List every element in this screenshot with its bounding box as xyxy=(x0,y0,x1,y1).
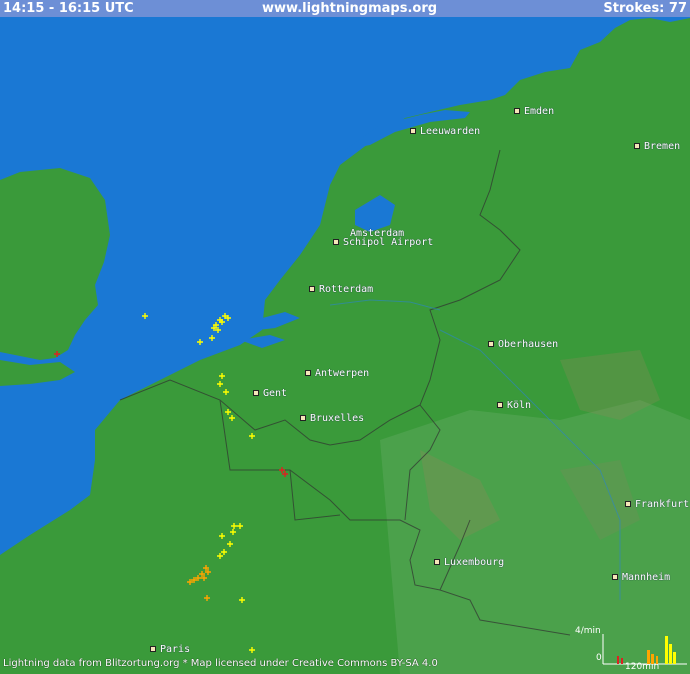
lightning-stroke-icon xyxy=(197,339,203,345)
lightning-stroke-icon xyxy=(230,529,236,535)
city-bruxelles: Bruxelles xyxy=(300,413,364,424)
stroke-histogram: 4/min 0 120min xyxy=(575,626,690,674)
city-oberhausen: Oberhausen xyxy=(488,339,558,350)
lightning-stroke-icon xyxy=(221,549,227,555)
city-antwerpen: Antwerpen xyxy=(305,368,369,379)
city-marker-icon xyxy=(333,239,339,245)
city-gent: Gent xyxy=(253,388,287,399)
lightning-stroke-icon xyxy=(217,381,223,387)
lightning-stroke-icon xyxy=(217,553,223,559)
city-paris: Paris xyxy=(150,644,190,655)
lightning-stroke-icon xyxy=(249,433,255,439)
city-rotterdam: Rotterdam xyxy=(309,284,373,295)
lightning-stroke-icon xyxy=(204,595,210,601)
lightning-stroke-icon xyxy=(239,597,245,603)
city-bremen: Bremen xyxy=(634,141,680,152)
lightning-map[interactable]: Emden Leeuwarden Bremen Amsterdam Schipo… xyxy=(0,0,690,674)
footer-credit: Lightning data from Blitzortung.org * Ma… xyxy=(3,658,438,669)
city-schipol-airport: Schipol Airport xyxy=(333,237,433,248)
lightning-stroke-icon xyxy=(231,523,237,529)
lightning-stroke-icon xyxy=(227,541,233,547)
lightning-stroke-icon xyxy=(223,389,229,395)
city-marker-icon xyxy=(634,143,640,149)
city-marker-icon xyxy=(434,559,440,565)
strokes-count: Strokes: 77 xyxy=(603,1,687,16)
city-marker-icon xyxy=(497,402,503,408)
city-marker-icon xyxy=(625,501,631,507)
city-marker-icon xyxy=(514,108,520,114)
city-marker-icon xyxy=(253,390,259,396)
lightning-stroke-icon xyxy=(282,471,288,477)
city-luxembourg: Luxembourg xyxy=(434,557,504,568)
city-marker-icon xyxy=(150,646,156,652)
city-marker-icon xyxy=(309,286,315,292)
city-koln: Köln xyxy=(497,400,531,411)
strokes-layer xyxy=(54,313,288,653)
lightning-stroke-icon xyxy=(279,467,285,473)
lightning-stroke-icon xyxy=(209,335,215,341)
lightning-stroke-icon xyxy=(237,523,243,529)
lightning-stroke-icon xyxy=(249,647,255,653)
header-bar: 14:15 - 16:15 UTC www.lightningmaps.org … xyxy=(0,0,690,17)
lightning-stroke-icon xyxy=(219,533,225,539)
lightning-stroke-icon xyxy=(219,373,225,379)
city-marker-icon xyxy=(300,415,306,421)
city-leeuwarden: Leeuwarden xyxy=(410,126,480,137)
city-emden: Emden xyxy=(514,106,554,117)
city-marker-icon xyxy=(612,574,618,580)
histogram-bars xyxy=(602,634,687,665)
city-marker-icon xyxy=(305,370,311,376)
time-range: 14:15 - 16:15 UTC xyxy=(3,1,134,16)
lightning-stroke-icon xyxy=(54,351,60,357)
city-frankfurt: Frankfurt xyxy=(625,499,689,510)
city-marker-icon xyxy=(410,128,416,134)
site-link[interactable]: www.lightningmaps.org xyxy=(262,0,437,17)
lightning-stroke-icon xyxy=(225,409,231,415)
lightning-stroke-icon xyxy=(142,313,148,319)
city-mannheim: Mannheim xyxy=(612,572,670,583)
lightning-stroke-icon xyxy=(229,415,235,421)
city-marker-icon xyxy=(488,341,494,347)
